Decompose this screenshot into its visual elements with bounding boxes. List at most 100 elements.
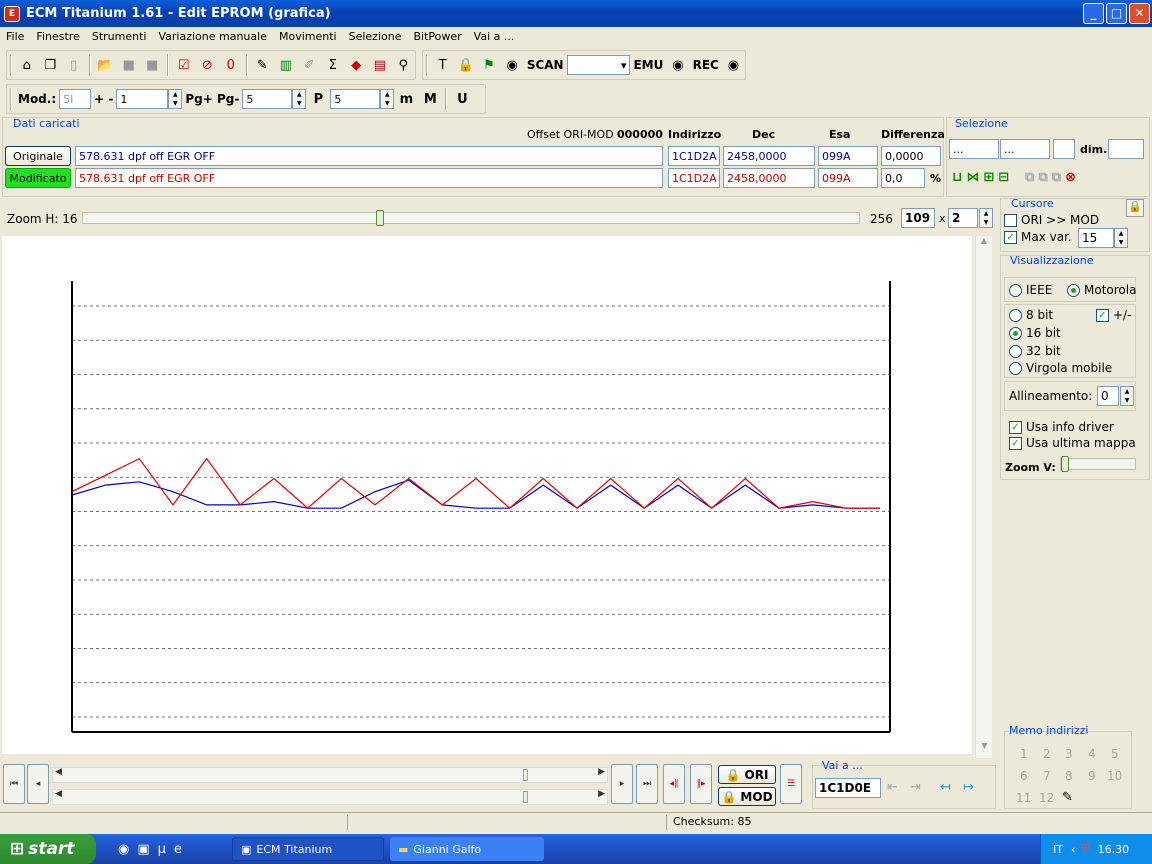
language-indicator[interactable]: IT	[1053, 843, 1063, 856]
security-icon[interactable]: ⛨	[1081, 842, 1089, 856]
script-icon[interactable]: ✎	[252, 54, 274, 76]
allineamento-spinner[interactable]: ▲ ▼	[1120, 386, 1134, 406]
scroll-left-icon[interactable]: ◀	[55, 767, 62, 777]
sum-icon[interactable]: Σ	[322, 54, 344, 76]
zoom-v-slider-thumb[interactable]	[1061, 456, 1069, 472]
zoom-h-slider[interactable]	[82, 210, 860, 226]
ieee-radio[interactable]	[1009, 283, 1022, 297]
select-end-icon[interactable]: ⊟	[998, 170, 1009, 185]
minimize-button[interactable]: _	[1083, 3, 1104, 24]
pg-field[interactable]: 5	[242, 89, 293, 109]
zoom-mult-field[interactable]: 2	[948, 208, 978, 228]
shapes-icon[interactable]: ◆	[346, 54, 368, 76]
bit32-radio[interactable]	[1009, 344, 1022, 358]
checklist-icon[interactable]: ☑	[173, 54, 195, 76]
memo-button-7[interactable]: 7	[1043, 769, 1051, 783]
mod-field[interactable]: 5I	[59, 89, 92, 109]
memo-button-2[interactable]: 2	[1043, 747, 1051, 761]
select-mark-icon[interactable]: ⋈	[966, 170, 979, 185]
move-sel-icon[interactable]: ⧉	[1052, 170, 1061, 185]
originale-button[interactable]: Originale	[5, 146, 71, 166]
usa-info-checkbox[interactable]: ✓	[1009, 420, 1022, 434]
select-start-icon[interactable]: ⊔	[952, 170, 962, 185]
scroll-down-icon[interactable]: ▼	[976, 741, 993, 758]
bit8-radio[interactable]	[1009, 308, 1022, 322]
emu-icon[interactable]: ◉	[667, 54, 688, 76]
padlock-icon[interactable]: 🔒	[1126, 199, 1144, 217]
task-ecm-titanium[interactable]: ▣ ECM Titanium	[232, 837, 384, 861]
memo-button-11[interactable]: 11	[1016, 791, 1031, 805]
save-icon[interactable]: ■	[118, 54, 140, 76]
select-hex-icon[interactable]: ⊞	[983, 170, 994, 185]
menu-vai[interactable]: Vai a ...	[468, 30, 521, 43]
next-diff-icon[interactable]: ∥▸	[690, 764, 712, 804]
document-icon[interactable]: ▯	[63, 54, 85, 76]
u-icon[interactable]: U	[451, 88, 473, 110]
open-folder-icon[interactable]: 📂	[95, 54, 117, 76]
save-as-icon[interactable]: ■	[142, 54, 164, 76]
home-icon[interactable]: ⌂	[16, 54, 38, 76]
modificato-dec[interactable]: 2458,0000	[723, 168, 815, 188]
prev-page-icon[interactable]: ◂	[27, 764, 49, 804]
zoom-value-field[interactable]: 109	[901, 208, 935, 228]
zoom-mult-spinner[interactable]: ▲ ▼	[979, 208, 993, 228]
compare-icon[interactable]: ☰	[780, 764, 802, 804]
memo-button-9[interactable]: 9	[1088, 769, 1096, 783]
menu-strumenti[interactable]: Strumenti	[86, 30, 153, 43]
last-page-icon[interactable]: ⏭	[636, 764, 658, 804]
bit16-radio[interactable]	[1009, 326, 1022, 340]
selezione-to-field[interactable]: ...	[1000, 139, 1050, 159]
menu-bitpower[interactable]: BitPower	[407, 30, 467, 43]
memo-forward-icon[interactable]: ↦	[963, 780, 974, 795]
dim-field[interactable]	[1108, 139, 1144, 159]
memo-button-10[interactable]: 10	[1107, 769, 1122, 783]
barcode-icon[interactable]: ▥	[275, 54, 297, 76]
text-icon[interactable]: T	[432, 54, 453, 76]
scroll-left-icon[interactable]: ◀	[55, 789, 62, 799]
zoom-v-slider[interactable]	[1060, 456, 1136, 472]
rec-icon[interactable]: ◉	[723, 54, 744, 76]
sign-checkbox[interactable]: ✓	[1096, 308, 1109, 322]
memo-button-3[interactable]: 3	[1065, 747, 1073, 761]
p-icon[interactable]: P	[307, 88, 329, 110]
graph-icon[interactable]: ▤	[369, 54, 391, 76]
first-page-icon[interactable]: ⏮	[3, 764, 25, 804]
usa-ultima-checkbox[interactable]: ✓	[1009, 436, 1022, 450]
p-spinner[interactable]: ▲ ▼	[380, 89, 395, 109]
scroll-right-icon[interactable]: ▶	[598, 789, 605, 799]
motorola-radio[interactable]	[1067, 283, 1080, 297]
scroll-up-icon[interactable]: ▲	[976, 236, 992, 253]
menu-movimenti[interactable]: Movimenti	[273, 30, 343, 43]
memo-button-8[interactable]: 8	[1065, 769, 1073, 783]
quicklaunch-ie-icon[interactable]: e	[174, 842, 182, 857]
memo-button-12[interactable]: 12	[1039, 791, 1054, 805]
originale-esa[interactable]: 099A	[818, 146, 878, 166]
zoom-h-slider-thumb[interactable]	[375, 210, 384, 226]
paste-sel-icon[interactable]: ⧉	[1038, 170, 1047, 185]
ori-mod-checkbox[interactable]	[1004, 213, 1017, 227]
menu-selezione[interactable]: Selezione	[343, 30, 408, 43]
record-circle-icon[interactable]: ◉	[502, 54, 523, 76]
zero-icon[interactable]: 0	[220, 54, 242, 76]
modificato-button[interactable]: Modificato	[5, 168, 71, 188]
ori-horizontal-scrollbar[interactable]: ◀ ▶	[52, 767, 608, 783]
copy-sel-icon[interactable]: ⧉	[1025, 170, 1034, 185]
m-lower-icon[interactable]: m	[395, 88, 417, 110]
close-button[interactable]: ✕	[1129, 3, 1150, 24]
scan-select[interactable]: ▾	[566, 55, 631, 75]
menu-file[interactable]: File	[0, 30, 30, 43]
chart-area[interactable]	[2, 236, 972, 754]
goto-end-icon[interactable]: ⇥	[910, 780, 921, 795]
p-field[interactable]: 5	[330, 89, 381, 109]
goto-start-icon[interactable]: ⇤	[887, 780, 898, 795]
maxvar-field[interactable]: 15	[1078, 228, 1114, 248]
pen-icon[interactable]: ✐	[299, 54, 321, 76]
pg-spinner[interactable]: ▲ ▼	[292, 89, 307, 109]
mod-button[interactable]: 🔒 MOD	[718, 787, 776, 806]
plusminus-field[interactable]: 1	[116, 89, 169, 109]
menu-variazione[interactable]: Variazione manuale	[152, 30, 273, 43]
mod-scroll-thumb[interactable]	[523, 791, 528, 803]
maxvar-checkbox[interactable]: ✓	[1004, 230, 1017, 244]
memo-button-4[interactable]: 4	[1088, 747, 1096, 761]
originale-dec[interactable]: 2458,0000	[723, 146, 815, 166]
